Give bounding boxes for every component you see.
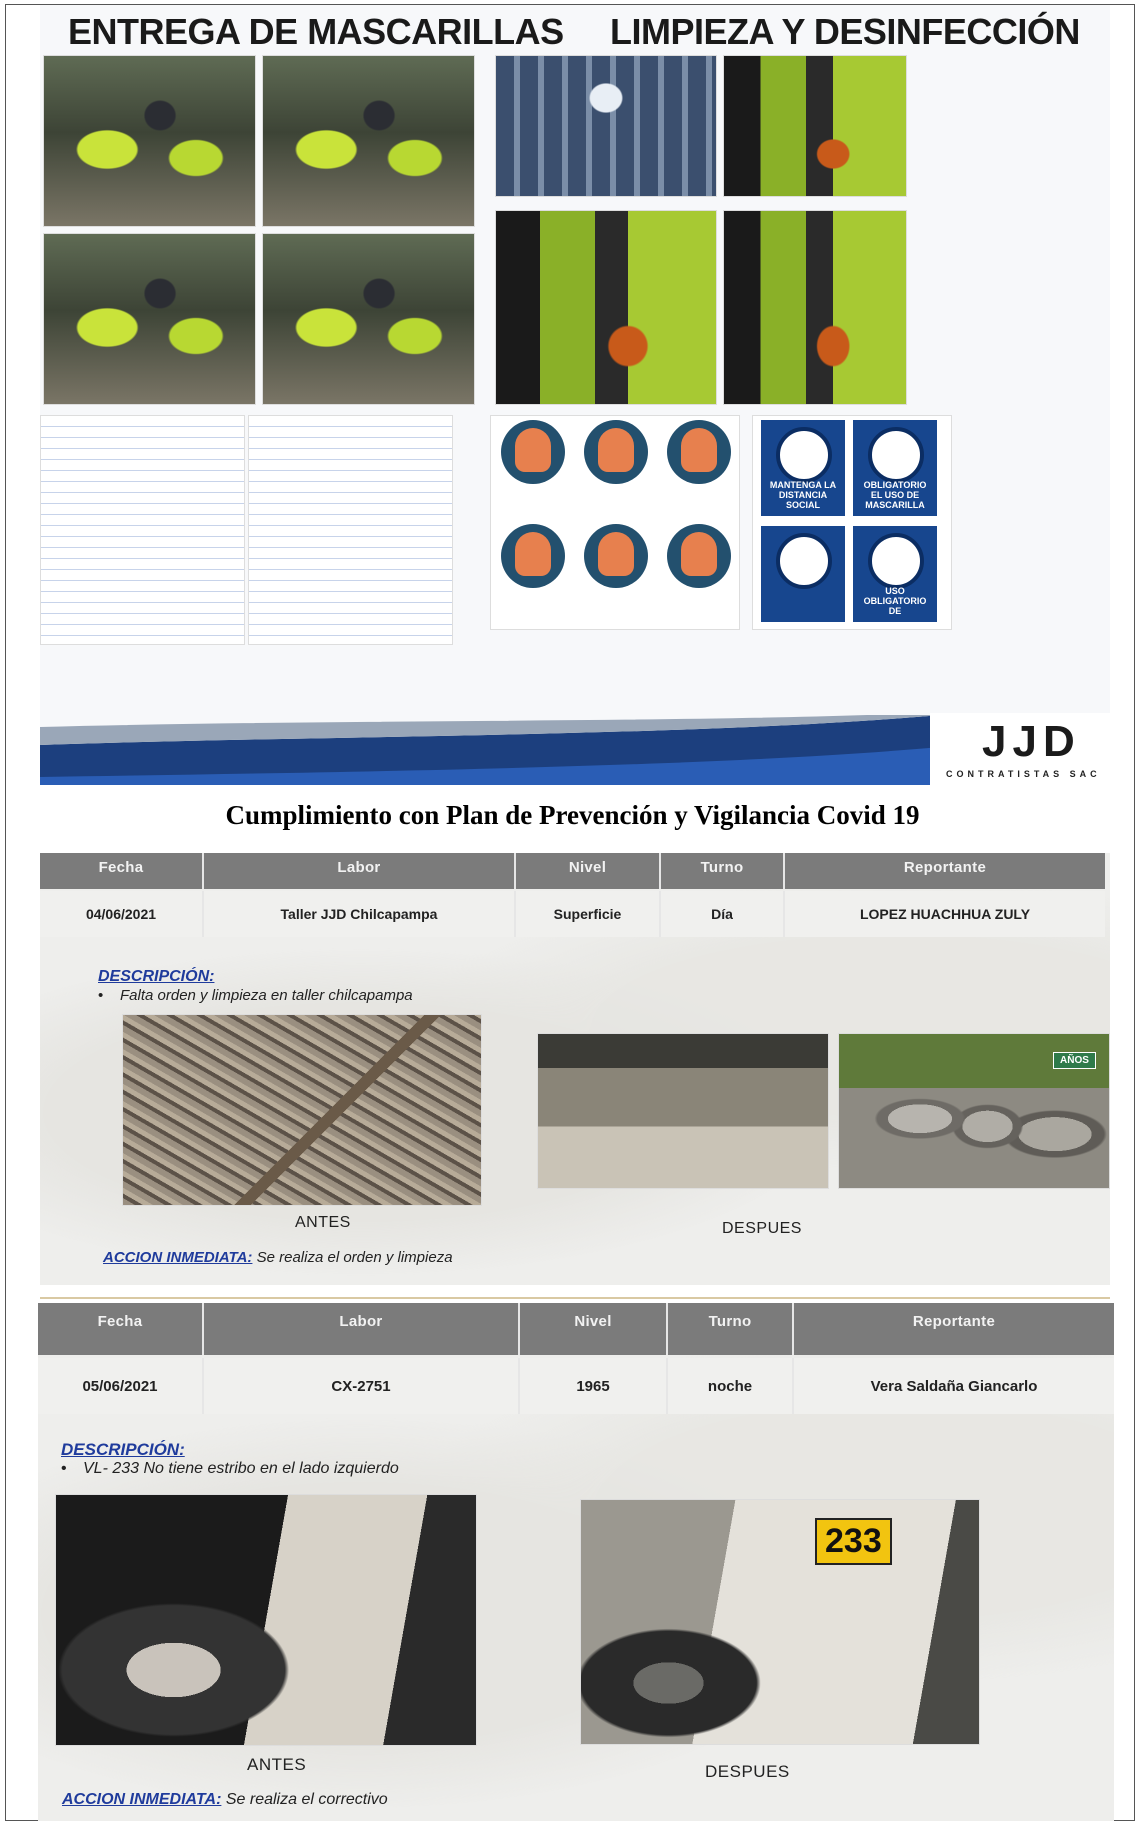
cell-nivel: Superficie	[516, 891, 661, 937]
col-labor: Labor	[204, 1303, 520, 1355]
mask-delivery-photo-1	[43, 55, 256, 227]
after-caption: DESPUES	[705, 1762, 790, 1781]
cell-labor: Taller JJD Chilcapampa	[204, 891, 516, 937]
after-photo-2: AÑOS	[838, 1033, 1110, 1189]
slide-title-limpieza: LIMPIEZA Y DESINFECCIÓN	[610, 11, 1080, 52]
mask-delivery-photo-3	[43, 233, 256, 405]
col-turno: Turno	[661, 853, 785, 889]
hand-step-icon-4	[501, 524, 565, 588]
hand-step-icon-5	[584, 524, 648, 588]
attendance-form-1	[40, 415, 245, 645]
before-photo	[122, 1014, 482, 1206]
hand-step-icon-3	[667, 420, 731, 484]
after-photo: 233	[580, 1499, 980, 1745]
covid-slide: ENTREGA DE MASCARILLAS LIMPIEZA Y DESINF…	[40, 5, 1110, 785]
col-fecha: Fecha	[40, 853, 204, 889]
company-logo: JJD CONTRATISTAS SAC	[930, 713, 1110, 785]
cell-fecha: 05/06/2021	[38, 1358, 204, 1414]
cell-turno: Día	[661, 891, 785, 937]
cough-sign	[761, 526, 845, 622]
description-label: DESCRIPCIÓN:	[98, 968, 215, 985]
col-nivel: Nivel	[520, 1303, 668, 1355]
cell-nivel: 1965	[520, 1358, 668, 1414]
before-photo	[55, 1494, 477, 1746]
sanitizer-sign: USO OBLIGATORIO DE	[853, 526, 937, 622]
section-divider	[40, 1297, 1110, 1299]
hand-washing-infographic	[490, 415, 740, 630]
cough-icon	[776, 533, 832, 589]
report-1-data-row: 04/06/2021 Taller JJD Chilcapampa Superf…	[40, 891, 1110, 937]
hand-step-icon-2	[584, 420, 648, 484]
cell-fecha: 04/06/2021	[40, 891, 204, 937]
bus-interior-photo	[495, 55, 717, 197]
hand-step-icon-6	[667, 524, 731, 588]
report-1-header-row: Fecha Labor Nivel Turno Reportante	[40, 853, 1110, 889]
slide-title-mascarillas: ENTREGA DE MASCARILLAS	[68, 11, 564, 52]
col-fecha: Fecha	[38, 1303, 204, 1355]
before-caption: ANTES	[295, 1214, 351, 1231]
mask-delivery-photo-2	[262, 55, 475, 227]
report-2-header-row: Fecha Labor Nivel Turno Reportante	[38, 1303, 1114, 1355]
before-caption: ANTES	[247, 1755, 307, 1774]
cell-reportante: LOPEZ HUACHHUA ZULY	[785, 891, 1105, 937]
bus-door-cleaning-photo-2	[495, 210, 717, 405]
mask-sign: ES OBLIGATORIO EL USO DE MASCARILLA	[853, 420, 937, 516]
report-card-2: Fecha Labor Nivel Turno Reportante 05/06…	[38, 1303, 1114, 1821]
immediate-action: ACCION INMEDIATA: Se realiza el orden y …	[103, 1249, 453, 1266]
hand-step-icon-1	[501, 420, 565, 484]
attendance-form-2	[248, 415, 453, 645]
description-text: • Falta orden y limpieza en taller chilca…	[98, 987, 413, 1004]
after-photo-1	[537, 1033, 829, 1189]
page-title: Cumplimiento con Plan de Prevención y Vi…	[225, 800, 920, 830]
years-sign: AÑOS	[1053, 1052, 1096, 1069]
col-reportante: Reportante	[794, 1303, 1114, 1355]
sanitizer-icon	[868, 533, 924, 589]
description-text: • VL- 233 No tiene estribo en el lado izq…	[61, 1460, 399, 1477]
mask-delivery-photo-4	[262, 233, 475, 405]
cell-turno: noche	[668, 1358, 794, 1414]
col-reportante: Reportante	[785, 853, 1105, 889]
bus-door-cleaning-photo-1	[723, 55, 907, 197]
col-nivel: Nivel	[516, 853, 661, 889]
immediate-action: ACCION INMEDIATA: Se realiza el correcti…	[62, 1791, 388, 1808]
bus-door-cleaning-photo-3	[723, 210, 907, 405]
report-2-data-row: 05/06/2021 CX-2751 1965 noche Vera Salda…	[38, 1358, 1114, 1414]
col-labor: Labor	[204, 853, 516, 889]
after-caption: DESPUES	[722, 1220, 802, 1237]
cell-reportante: Vera Saldaña Giancarlo	[794, 1358, 1114, 1414]
safety-signs: MANTENGA LA DISTANCIA SOCIAL ES OBLIGATO…	[752, 415, 952, 630]
distance-icon	[776, 427, 832, 483]
description-label: DESCRIPCIÓN:	[61, 1440, 185, 1459]
col-turno: Turno	[668, 1303, 794, 1355]
report-card-1: Fecha Labor Nivel Turno Reportante 04/06…	[40, 853, 1110, 1285]
cell-labor: CX-2751	[204, 1358, 520, 1414]
distance-sign: MANTENGA LA DISTANCIA SOCIAL	[761, 420, 845, 516]
truck-number-plate: 233	[815, 1518, 892, 1565]
